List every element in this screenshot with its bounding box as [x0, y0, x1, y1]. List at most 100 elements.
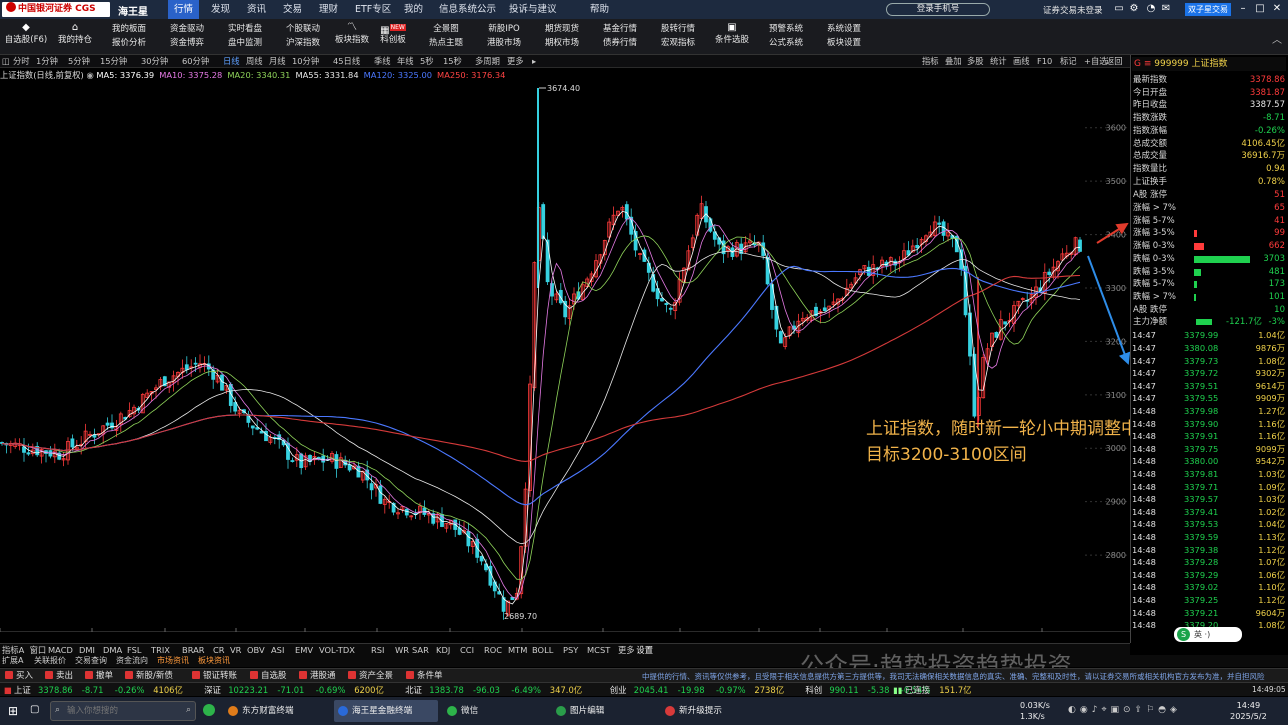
- chart-tool-3[interactable]: 统计: [990, 55, 1007, 68]
- taskbar-app-0[interactable]: 东方财富终端: [224, 700, 328, 722]
- taskbar-app-1[interactable]: 海王星金融终端v3.0-...: [334, 700, 438, 722]
- more-chevron-icon[interactable]: ▸: [532, 55, 536, 68]
- period-tab-2[interactable]: 5分钟: [68, 55, 90, 68]
- period-tab-8[interactable]: 月线: [269, 55, 286, 68]
- period-tab-9[interactable]: 10分钟: [292, 55, 319, 68]
- chart-tool-1[interactable]: 叠加: [945, 55, 962, 68]
- dual-trade-button[interactable]: 双子星交易: [1185, 3, 1231, 16]
- toolbar-watchlist[interactable]: ◆ 自选股(F6): [4, 21, 48, 53]
- task-view-icon[interactable]: ▢: [30, 704, 44, 718]
- chart-tool-6[interactable]: 标记: [1060, 55, 1077, 68]
- login-status[interactable]: 证券交易未登录: [1043, 4, 1103, 16]
- gear-icon[interactable]: ⚙: [1128, 3, 1140, 15]
- taskbar-app-4[interactable]: 新升级提示: [661, 700, 765, 722]
- menu-7[interactable]: 信息系统公示: [433, 0, 502, 19]
- phone-login-button[interactable]: 登录手机号: [886, 3, 990, 16]
- period-tab-12[interactable]: 年线: [397, 55, 414, 68]
- chart-tool-0[interactable]: 指标: [922, 55, 939, 68]
- toolbar-sector-index[interactable]: 〽板块指数: [332, 21, 372, 53]
- tick-amount: 1.04亿: [1258, 519, 1285, 530]
- windows-start-icon[interactable]: ⊞: [8, 704, 22, 718]
- taskbar-app-icon[interactable]: [203, 704, 215, 716]
- menu-0[interactable]: 行情: [168, 0, 200, 19]
- tick-row: 14:48 3379.81 1.03亿: [1132, 468, 1286, 481]
- period-tab-4[interactable]: 30分钟: [141, 55, 168, 68]
- menu-4[interactable]: 理财: [313, 0, 344, 19]
- order-button-4[interactable]: 银证转账: [192, 669, 237, 683]
- menu-5[interactable]: ETF专区: [349, 0, 397, 19]
- sub-tab-3[interactable]: 资金流向: [116, 655, 148, 667]
- period-tab-1[interactable]: 1分钟: [36, 55, 58, 68]
- period-tab-7[interactable]: 周线: [246, 55, 263, 68]
- y-tick-label: 2900: [1106, 498, 1126, 507]
- order-button-5[interactable]: 自选股: [250, 669, 287, 683]
- chart-tool-8[interactable]: 返回: [1106, 55, 1123, 68]
- toolbar-stock-link[interactable]: 个股联动 沪深指数: [282, 22, 324, 52]
- minimize-icon[interactable]: –: [1236, 2, 1250, 16]
- toolbar-live-watch[interactable]: 实时看盘 盘中监测: [224, 22, 266, 52]
- toolbar-ipo[interactable]: 新股IPO 港股市场: [484, 22, 524, 52]
- order-button-3[interactable]: 新股/新债: [125, 669, 173, 683]
- menu-icon[interactable]: ≡: [1144, 59, 1152, 69]
- period-tab-16[interactable]: 更多: [507, 55, 524, 68]
- sub-tab-5[interactable]: 板块资讯: [198, 655, 230, 667]
- period-tab-14[interactable]: 15秒: [443, 55, 462, 68]
- menu-8[interactable]: 投诉与建议: [503, 0, 563, 19]
- monitor-icon[interactable]: ▭: [1113, 3, 1125, 15]
- toolbar-alerts[interactable]: 预警系统 公式系统: [766, 22, 806, 52]
- toolbar-my-board[interactable]: 我的板面 报价分析: [108, 22, 150, 52]
- chart-tool-4[interactable]: 画线: [1013, 55, 1030, 68]
- order-button-2[interactable]: 撤单: [85, 669, 113, 683]
- order-button-1[interactable]: 卖出: [45, 669, 73, 683]
- toolbar-neeq[interactable]: 股转行情 宏观指标: [658, 22, 698, 52]
- sub-tab-4[interactable]: 市场资讯: [157, 655, 189, 667]
- tray-icons[interactable]: ◐◉♪⌖▣⊙⇪⚐◓◈: [1068, 705, 1181, 715]
- period-tab-6[interactable]: 日线: [223, 55, 240, 68]
- order-button-0[interactable]: 买入: [5, 669, 33, 683]
- toolbar-futures[interactable]: 期货现货 期权市场: [542, 22, 582, 52]
- order-button-7[interactable]: 资产全景: [348, 669, 393, 683]
- order-button-6[interactable]: 港股通: [299, 669, 336, 683]
- menu-6[interactable]: 我的: [398, 0, 429, 19]
- taskbar-app-3[interactable]: 图片编辑: [552, 700, 656, 722]
- taskbar-app-2[interactable]: 微信: [443, 700, 547, 722]
- kline-chart[interactable]: 3600350034003300320031003000290028002024…: [0, 81, 1130, 632]
- menu-2[interactable]: 资讯: [241, 0, 272, 19]
- toolbar-star-market[interactable]: ▦NEW 科创板: [376, 21, 410, 53]
- search-input[interactable]: [67, 704, 177, 718]
- sub-tab-1[interactable]: 关联报价: [34, 655, 66, 667]
- panel-toggle-icon[interactable]: ◫: [2, 55, 10, 68]
- period-tab-13[interactable]: 5秒: [420, 55, 434, 68]
- period-tab-10[interactable]: 45日线: [333, 55, 360, 68]
- mail-icon[interactable]: ✉: [1160, 3, 1172, 15]
- clock[interactable]: 14:49 2025/5/2: [1230, 700, 1267, 722]
- chart-tool-7[interactable]: +自选: [1084, 55, 1108, 68]
- chart-tool-5[interactable]: F10: [1037, 55, 1052, 68]
- ime-badge[interactable]: S英 ·): [1174, 627, 1242, 642]
- sub-tab-2[interactable]: 交易查询: [75, 655, 107, 667]
- toolbar-fund-drive[interactable]: 资金驱动 资金博弈: [166, 22, 208, 52]
- period-tab-5[interactable]: 60分钟: [182, 55, 209, 68]
- menu-3[interactable]: 交易: [277, 0, 308, 19]
- toolbar-holdings[interactable]: ⌂ 我的持仓: [54, 21, 96, 53]
- menu-9[interactable]: 帮助: [584, 0, 615, 19]
- toolbar-screener[interactable]: ▣ 条件选股: [712, 21, 752, 53]
- period-tab-0[interactable]: 分时: [13, 55, 30, 68]
- index-bar: ■ 上证 3378.86 -8.71 -0.26% 4106亿 深证 10223.21 -71.…: [0, 682, 1288, 696]
- collapse-chevron-icon[interactable]: ︿: [1272, 31, 1282, 46]
- toolbar-panorama[interactable]: 全景图 热点主题: [426, 22, 466, 52]
- taskbar-search[interactable]: ⌕ ⌕: [50, 701, 196, 721]
- toolbar-settings[interactable]: 系统设置 板块设置: [824, 22, 864, 52]
- menu-1[interactable]: 发现: [205, 0, 236, 19]
- tick-time: 14:48: [1132, 418, 1156, 429]
- chat-icon[interactable]: ◔: [1145, 3, 1157, 15]
- toolbar-funds[interactable]: 基金行情 债券行情: [600, 22, 640, 52]
- period-tab-3[interactable]: 15分钟: [100, 55, 127, 68]
- period-tab-15[interactable]: 多周期: [475, 55, 500, 68]
- chart-tool-2[interactable]: 多股: [967, 55, 984, 68]
- sub-tab-0[interactable]: 扩展A: [2, 655, 23, 667]
- order-button-8[interactable]: 条件单: [406, 669, 443, 683]
- period-tab-11[interactable]: 季线: [374, 55, 391, 68]
- maximize-icon[interactable]: □: [1253, 2, 1267, 16]
- close-icon[interactable]: ✕: [1270, 2, 1284, 16]
